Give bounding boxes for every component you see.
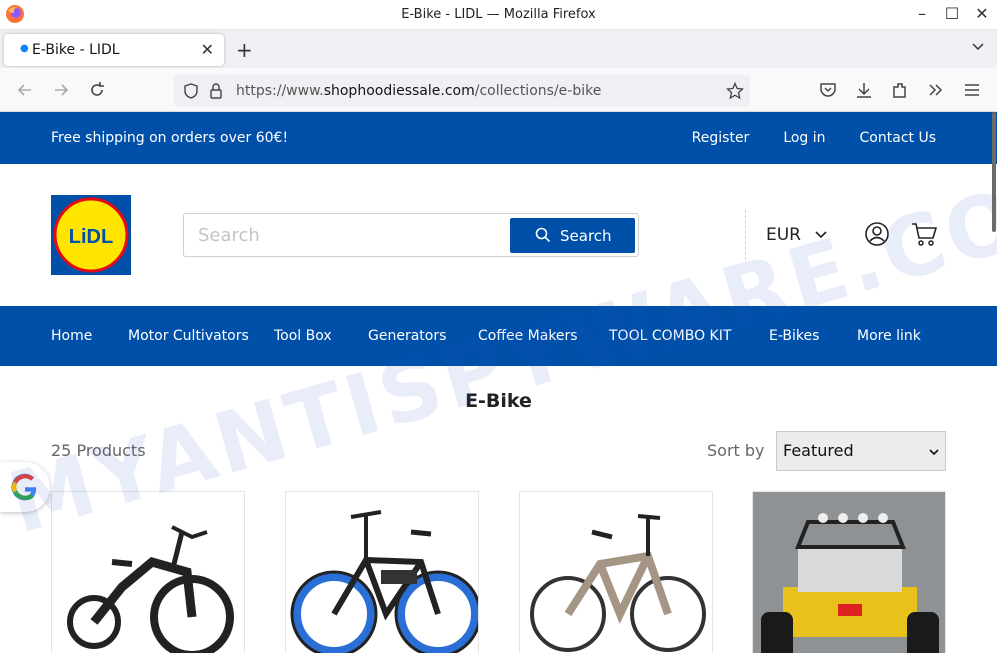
search-button-label: Search	[560, 227, 612, 245]
product-count: 25 Products	[51, 441, 146, 460]
shipping-message: Free shipping on orders over 60€!	[51, 130, 289, 146]
currency-selector[interactable]: EUR	[766, 225, 827, 245]
lock-icon[interactable]	[208, 82, 224, 100]
sort-value: Featured	[783, 441, 854, 460]
product-card[interactable]	[752, 491, 946, 653]
chevron-down-icon	[929, 449, 939, 456]
page-scrollbar[interactable]	[992, 112, 996, 232]
product-card[interactable]	[51, 491, 245, 653]
extensions-icon[interactable]	[890, 80, 910, 100]
product-card[interactable]	[285, 491, 479, 653]
window-title: E-Bike - LIDL — Mozilla Firefox	[401, 7, 596, 22]
nav-item-more-link[interactable]: More link	[857, 328, 921, 344]
contact-link[interactable]: Contact Us	[860, 130, 936, 146]
nav-item-generators[interactable]: Generators	[368, 328, 446, 344]
hamburger-menu-icon[interactable]	[962, 80, 982, 100]
nav-item-e-bikes[interactable]: E-Bikes	[769, 328, 819, 344]
login-link[interactable]: Log in	[783, 130, 825, 146]
product-image	[290, 510, 478, 653]
nav-item-tool-combo-kit[interactable]: TOOL COMBO KIT	[609, 328, 731, 344]
nav-item-tool-box[interactable]: Tool Box	[274, 328, 332, 344]
navigation-toolbar: https://www.shophoodiessale.com/collecti…	[0, 68, 997, 112]
page-title: E-Bike	[465, 390, 532, 412]
svg-text:LiDL: LiDL	[69, 226, 113, 248]
header-divider	[745, 210, 746, 260]
tab-ebike-lidl[interactable]: ● E-Bike - LIDL ✕	[4, 34, 224, 66]
reload-icon[interactable]	[87, 80, 107, 100]
more-tools-icon[interactable]	[926, 80, 946, 100]
chevron-down-icon	[815, 231, 827, 239]
product-image	[530, 514, 706, 652]
product-image	[67, 525, 234, 653]
url-text[interactable]: https://www.shophoodiessale.com/collecti…	[236, 83, 601, 99]
pocket-icon[interactable]	[818, 80, 838, 100]
lidl-logo-icon: LiDL	[53, 197, 129, 273]
bookmark-star-icon[interactable]	[726, 82, 744, 100]
main-navigation: Home Motor Cultivators Tool Box Generato…	[0, 306, 997, 366]
cart-icon[interactable]	[910, 221, 938, 247]
url-path: /collections/e-bike	[474, 83, 602, 99]
account-links: Register Log in Contact Us	[692, 130, 936, 146]
new-tab-button[interactable]: +	[236, 38, 253, 62]
url-host: shophoodiessale.com	[323, 83, 475, 99]
nav-item-home[interactable]: Home	[51, 328, 92, 344]
sort-label: Sort by	[707, 441, 765, 460]
register-link[interactable]: Register	[692, 130, 750, 146]
collection-content: E-Bike 25 Products Sort by Featured	[0, 366, 997, 653]
nav-item-motor-cultivators[interactable]: Motor Cultivators	[128, 328, 249, 344]
sort-select[interactable]: Featured	[776, 431, 946, 471]
product-image	[753, 492, 945, 653]
url-scheme: https://www.	[236, 83, 324, 99]
downloads-icon[interactable]	[854, 80, 874, 100]
account-icon[interactable]	[864, 221, 890, 247]
url-bar[interactable]: https://www.shophoodiessale.com/collecti…	[174, 75, 750, 107]
maximize-button[interactable]: ☐	[940, 3, 964, 25]
list-all-tabs-icon[interactable]	[971, 40, 985, 54]
product-card[interactable]	[519, 491, 713, 653]
close-tab-icon[interactable]: ✕	[201, 40, 214, 59]
announcement-bar: Free shipping on orders over 60€! Regist…	[0, 112, 997, 164]
tracking-shield-icon[interactable]	[182, 82, 200, 100]
search-box: Search Search	[183, 213, 639, 257]
window-titlebar: E-Bike - LIDL — Mozilla Firefox – ☐ ✕	[0, 0, 997, 30]
site-header: LiDL Search Search EUR	[0, 164, 997, 306]
minimize-button[interactable]: –	[910, 3, 934, 25]
forward-arrow-icon[interactable]	[51, 80, 71, 100]
lidl-logo[interactable]: LiDL	[51, 195, 131, 275]
search-button[interactable]: Search	[510, 218, 635, 253]
tab-title: E-Bike - LIDL	[32, 42, 120, 58]
google-badge[interactable]	[0, 462, 50, 512]
back-arrow-icon[interactable]	[15, 80, 35, 100]
tab-indicator-icon: ●	[20, 43, 29, 54]
search-icon	[535, 227, 551, 243]
nav-item-coffee-makers[interactable]: Coffee Makers	[478, 328, 578, 344]
google-g-icon	[11, 473, 37, 501]
close-window-button[interactable]: ✕	[970, 3, 994, 25]
search-input[interactable]: Search	[198, 225, 260, 246]
currency-label: EUR	[766, 225, 801, 245]
